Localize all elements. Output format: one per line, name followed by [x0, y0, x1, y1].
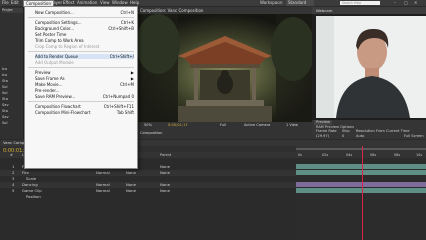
playhead[interactable]	[362, 146, 363, 240]
menu-item-add-output-module: Add Output Module	[35, 60, 74, 65]
composition-menu: New Composition... Ctrl+N Composition Set…	[24, 6, 138, 169]
layer-duration-bar[interactable]	[296, 164, 426, 169]
viewer-footer: 50% 0;00;01;17 Full Active Camera 1 View…	[138, 122, 312, 139]
layer-duration-bar[interactable]	[296, 182, 426, 187]
time-ruler[interactable]: 0s 02s 04s 06s 08s 10s	[296, 146, 426, 158]
ruler-label: 08s	[394, 153, 401, 157]
composition-canvas[interactable]	[138, 14, 312, 122]
track-area[interactable]	[296, 146, 426, 240]
project-item[interactable]: Sta	[2, 109, 23, 114]
menu-item-set-poster-time[interactable]: Set Poster Time	[35, 32, 134, 37]
submenu-arrow-icon: ▶	[130, 70, 134, 75]
work-area-bar[interactable]	[296, 148, 426, 150]
project-panel: Projec Ico Ico Sta Sol Sol Sta Sav Sta S…	[0, 7, 24, 139]
search-help-placeholder: Search Help	[342, 1, 362, 5]
menu-item-save-ram-preview[interactable]: Save RAM Preview... Ctrl+Numpad 0	[35, 94, 134, 99]
menu-separator	[28, 51, 134, 52]
menu-separator	[28, 17, 134, 18]
menu-item-trim-comp[interactable]: Trim Comp to Work Area	[35, 38, 134, 43]
project-item[interactable]: Ico	[2, 73, 23, 78]
menu-edit[interactable]: Edit	[11, 0, 19, 6]
temple-scene-image	[138, 14, 312, 122]
ruler-label: 06s	[370, 153, 377, 157]
menu-separator	[28, 67, 134, 68]
menu-item-composition-settings[interactable]: Composition Settings... Ctrl+K	[35, 20, 134, 25]
submenu-arrow-icon: ▶	[130, 76, 134, 81]
frame-rate-value[interactable]: (29.97)	[316, 134, 329, 139]
workspace-select[interactable]: Standard	[286, 0, 315, 6]
menu-file[interactable]: File	[2, 0, 9, 6]
project-item[interactable]: Sta	[2, 79, 23, 84]
project-item[interactable]: Ico	[2, 67, 23, 72]
menu-separator	[28, 101, 134, 102]
layer-duration-bar[interactable]	[296, 170, 426, 175]
project-item[interactable]: Sta	[2, 97, 23, 102]
composition-tab[interactable]: Composition	[140, 130, 162, 136]
menu-item-save-frame-as[interactable]: Save Frame As ▶	[35, 76, 134, 81]
workspace-label: Workspace:	[260, 0, 284, 5]
webcam-feed	[316, 16, 426, 118]
menu-item-background-color[interactable]: Background Color... Ctrl+Shift+B	[35, 26, 134, 31]
property-name: Position	[26, 194, 41, 199]
ruler-label: 04s	[346, 153, 353, 157]
camera-select[interactable]: Active Camera	[244, 122, 270, 128]
viewer-title[interactable]: Composition: Vanc Composition	[140, 7, 203, 14]
project-item[interactable]: Sol	[2, 91, 23, 96]
menu-item-pre-render[interactable]: Pre-render...	[35, 88, 134, 93]
project-item[interactable]: Sol	[2, 85, 23, 90]
menu-item-mini-flowchart[interactable]: Composition Mini-Flowchart Tab Shift	[35, 110, 134, 115]
close-icon[interactable]: ✕	[414, 0, 417, 6]
view-layout-select[interactable]: 1 View	[286, 122, 298, 128]
project-item[interactable]: Sav	[2, 103, 23, 108]
menu-item-new-composition[interactable]: New Composition... Ctrl+N	[35, 10, 134, 15]
presenter-image	[316, 16, 426, 118]
table-row[interactable]: Position	[0, 194, 296, 200]
webcam-header: Webcam	[312, 7, 426, 14]
full-screen-checkbox[interactable]: Full Screen	[404, 134, 424, 139]
resolution-select[interactable]: Full	[220, 122, 226, 128]
search-help-input[interactable]: Search Help	[340, 1, 380, 5]
project-item[interactable]: Sol	[2, 121, 23, 126]
webcam-title: Webcam	[316, 8, 333, 13]
project-tab[interactable]: Projec	[2, 8, 23, 13]
resolution-value[interactable]: Auto	[356, 134, 364, 139]
menu-item-composition-flowchart[interactable]: Composition Flowchart Ctrl+Shift+F11	[35, 104, 134, 109]
menu-item-crop-comp: Crop Comp to Region of Interest	[35, 44, 100, 49]
ruler-label: 02s	[322, 153, 329, 157]
menu-item-make-movie[interactable]: Make Movie... Ctrl+M	[35, 82, 134, 87]
ruler-label: 0s	[298, 153, 302, 157]
layer-list: 1 Fire Normal None 2 Fire Normal None No…	[0, 158, 296, 240]
maximize-icon[interactable]: □	[404, 0, 408, 6]
menu-item-add-to-render-queue[interactable]: Add to Render Queue Ctrl+Shift+/	[35, 54, 134, 59]
layer-duration-bar[interactable]	[296, 188, 426, 193]
preview-panel: Preview RAM Preview Options Frame Rate S…	[312, 120, 426, 139]
minimize-icon[interactable]: –	[394, 0, 396, 6]
project-item[interactable]: Sav	[2, 115, 23, 120]
zoom-select[interactable]: 50%	[144, 122, 152, 128]
ruler-label: 10s	[416, 153, 423, 157]
skip-value[interactable]: 0	[342, 134, 344, 139]
menu-item-preview[interactable]: Preview ▶	[35, 70, 134, 75]
viewer-timecode[interactable]: 0;00;01;17	[168, 122, 188, 128]
